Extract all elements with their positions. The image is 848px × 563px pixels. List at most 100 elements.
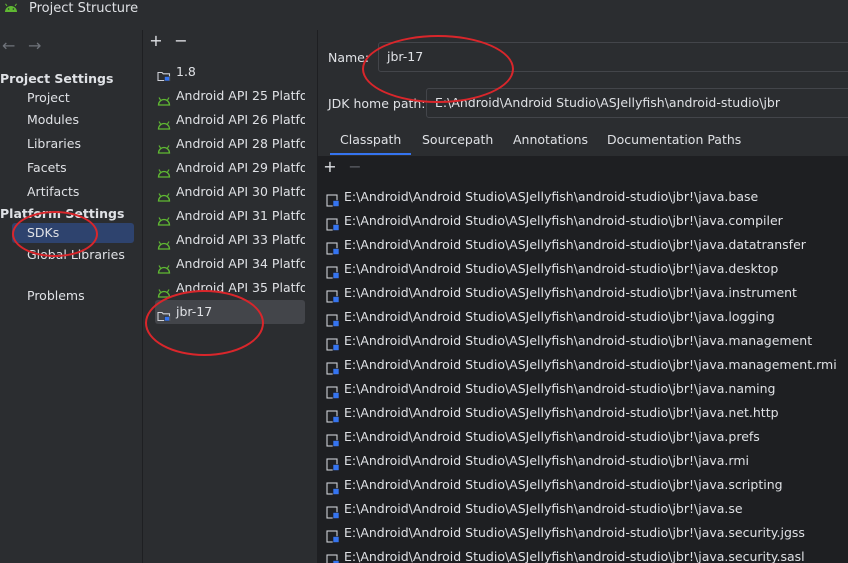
name-field[interactable]: jbr-17 [378,42,848,72]
jar-module-icon [326,407,340,423]
tab-classpath[interactable]: Classpath [330,128,412,155]
classpath-row[interactable]: E:\Android\Android Studio\ASJellyfish\an… [324,185,844,209]
android-icon [157,138,171,154]
jdk-home-path-field[interactable]: E:\Android\Android Studio\ASJellyfish\an… [426,88,848,118]
jar-module-icon [326,431,340,447]
add-path-button[interactable]: + [321,158,339,176]
sdk-list-item-label: 1.8 [176,64,196,79]
jar-module-icon [326,311,340,327]
classpath-row[interactable]: E:\Android\Android Studio\ASJellyfish\an… [324,209,844,233]
android-icon [157,282,171,298]
sdk-list-item-label: Android API 35 Platform [176,280,305,295]
classpath-row-label: E:\Android\Android Studio\ASJellyfish\an… [344,261,779,276]
title-bar: Project Structure [0,0,848,30]
sdk-list-item[interactable]: Android API 33 Platform [155,228,305,252]
sdk-list-item[interactable]: Android API 29 Platform [155,156,305,180]
android-icon [157,210,171,226]
classpath-row-label: E:\Android\Android Studio\ASJellyfish\an… [344,525,805,540]
jar-module-icon [326,551,340,563]
sdk-list-item[interactable]: Android API 26 Platform [155,108,305,132]
sdk-list-panel: + − 1.8 Android API 25 Platform Android AP… [143,30,317,563]
classpath-row[interactable]: E:\Android\Android Studio\ASJellyfish\an… [324,425,844,449]
sdk-list-item[interactable]: Android API 30 Platform [155,180,305,204]
jar-module-icon [326,503,340,519]
classpath-row-label: E:\Android\Android Studio\ASJellyfish\an… [344,405,779,420]
classpath-row-label: E:\Android\Android Studio\ASJellyfish\an… [344,189,759,204]
sdk-list-item-label: Android API 28 Platform [176,136,305,151]
classpath-row-label: E:\Android\Android Studio\ASJellyfish\an… [344,285,797,300]
sidebar-item-libraries[interactable]: Libraries [27,134,81,154]
sdk-list-item[interactable]: jbr-17 [155,300,305,324]
jar-module-icon [326,215,340,231]
android-icon [5,3,17,12]
classpath-row-label: E:\Android\Android Studio\ASJellyfish\an… [344,429,760,444]
classpath-row[interactable]: E:\Android\Android Studio\ASJellyfish\an… [324,521,844,545]
sdk-list-item-label: Android API 34 Platform [176,256,305,271]
classpath-row[interactable]: E:\Android\Android Studio\ASJellyfish\an… [324,257,844,281]
jar-module-icon [326,527,340,543]
sdk-list-item[interactable]: Android API 34 Platform [155,252,305,276]
sdk-list-item[interactable]: Android API 25 Platform [155,84,305,108]
classpath-row-label: E:\Android\Android Studio\ASJellyfish\an… [344,237,806,252]
sdk-list-item[interactable]: 1.8 [155,60,305,84]
jar-module-icon [326,335,340,351]
classpath-row[interactable]: E:\Android\Android Studio\ASJellyfish\an… [324,281,844,305]
classpath-row-label: E:\Android\Android Studio\ASJellyfish\an… [344,501,743,516]
classpath-row[interactable]: E:\Android\Android Studio\ASJellyfish\an… [324,377,844,401]
classpath-row-label: E:\Android\Android Studio\ASJellyfish\an… [344,477,783,492]
android-icon [157,258,171,274]
classpath-row[interactable]: E:\Android\Android Studio\ASJellyfish\an… [324,545,844,563]
classpath-list: + − E:\Android\Android Studio\ASJellyfis… [318,156,848,563]
settings-sidebar: ← → Project Settings Project Modules Lib… [0,30,142,563]
classpath-row[interactable]: E:\Android\Android Studio\ASJellyfish\an… [324,305,844,329]
jdk-folder-icon [157,66,171,82]
classpath-row[interactable]: E:\Android\Android Studio\ASJellyfish\an… [324,233,844,257]
project-settings-header: Project Settings [0,71,114,86]
sidebar-item-problems[interactable]: Problems [27,286,85,306]
classpath-row-label: E:\Android\Android Studio\ASJellyfish\an… [344,213,783,228]
sdk-list-item-label: Android API 33 Platform [176,232,305,247]
sdk-list-item-label: Android API 25 Platform [176,88,305,103]
sidebar-item-project[interactable]: Project [27,88,70,108]
sidebar-item-sdks[interactable]: SDKs [12,223,134,243]
sdk-detail-panel: Name: jbr-17 JDK home path: E:\Android\A… [318,30,848,563]
tab-sourcepath[interactable]: Sourcepath [422,128,493,155]
classpath-row[interactable]: E:\Android\Android Studio\ASJellyfish\an… [324,329,844,353]
sidebar-item-global-libraries[interactable]: Global Libraries [27,245,125,265]
jdk-home-path-label: JDK home path: [328,96,426,111]
remove-sdk-button[interactable]: − [172,32,190,50]
classpath-row[interactable]: E:\Android\Android Studio\ASJellyfish\an… [324,497,844,521]
android-icon [157,114,171,130]
classpath-row[interactable]: E:\Android\Android Studio\ASJellyfish\an… [324,353,844,377]
sidebar-item-artifacts[interactable]: Artifacts [27,182,79,202]
sdk-list-item-label: Android API 30 Platform [176,184,305,199]
tab-documentation-paths[interactable]: Documentation Paths [607,128,741,155]
name-label: Name: [328,50,370,65]
sdk-list-item-label: jbr-17 [176,304,213,319]
android-icon [157,162,171,178]
sdk-list-item[interactable]: Android API 35 Platform [155,276,305,300]
jar-module-icon [326,455,340,471]
classpath-row-label: E:\Android\Android Studio\ASJellyfish\an… [344,309,775,324]
android-icon [157,186,171,202]
classpath-row[interactable]: E:\Android\Android Studio\ASJellyfish\an… [324,401,844,425]
classpath-row-label: E:\Android\Android Studio\ASJellyfish\an… [344,549,805,563]
remove-path-button[interactable]: − [346,158,364,176]
tab-annotations[interactable]: Annotations [513,128,588,155]
classpath-row[interactable]: E:\Android\Android Studio\ASJellyfish\an… [324,473,844,497]
sidebar-item-facets[interactable]: Facets [27,158,67,178]
jar-module-icon [326,239,340,255]
jar-module-icon [326,359,340,375]
android-icon [157,234,171,250]
sdk-list-item[interactable]: Android API 28 Platform [155,132,305,156]
sdk-list-item[interactable]: Android API 31 Platform [155,204,305,228]
add-sdk-button[interactable]: + [147,32,165,50]
window-title: Project Structure [29,1,139,16]
classpath-row[interactable]: E:\Android\Android Studio\ASJellyfish\an… [324,449,844,473]
classpath-row-label: E:\Android\Android Studio\ASJellyfish\an… [344,357,837,372]
back-arrow-icon[interactable]: ← [2,36,15,56]
forward-arrow-icon[interactable]: → [28,36,41,56]
sidebar-item-modules[interactable]: Modules [27,110,79,130]
classpath-row-label: E:\Android\Android Studio\ASJellyfish\an… [344,381,776,396]
sdk-list-item-label: Android API 29 Platform [176,160,305,175]
